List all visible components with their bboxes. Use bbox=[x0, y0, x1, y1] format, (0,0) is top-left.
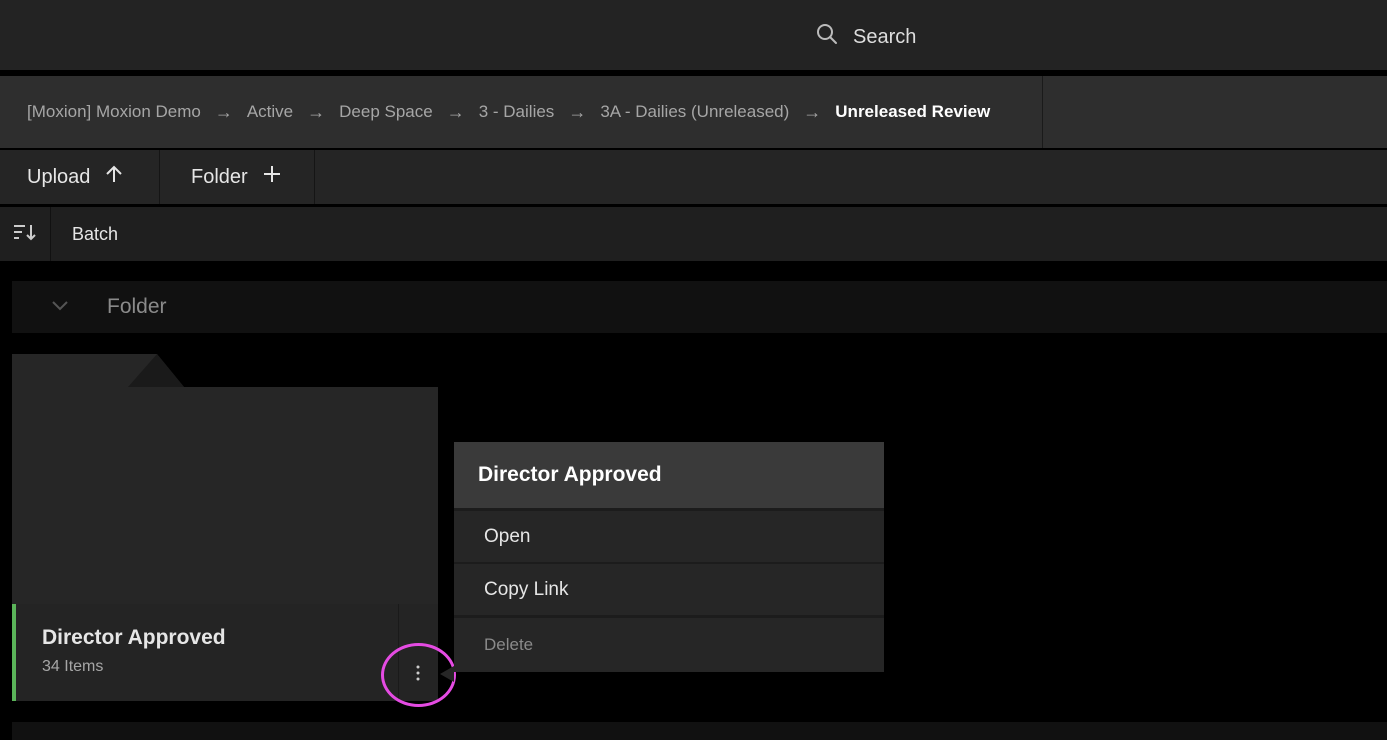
folder-section-header[interactable]: Folder bbox=[12, 281, 1387, 333]
search-icon bbox=[815, 22, 839, 52]
arrow-right-icon: → bbox=[307, 101, 326, 122]
top-bar: Search bbox=[0, 0, 1387, 70]
breadcrumb-item[interactable]: Deep Space bbox=[339, 102, 433, 122]
menu-item-delete: Delete bbox=[454, 618, 884, 672]
toolbar-divider bbox=[314, 150, 315, 204]
upload-button[interactable]: Upload bbox=[27, 150, 124, 204]
folder-label: Folder bbox=[191, 165, 248, 188]
folder-item-count: 34 Items bbox=[42, 658, 104, 675]
section-title: Folder bbox=[107, 295, 167, 318]
more-options-button[interactable] bbox=[396, 659, 440, 691]
arrow-up-icon bbox=[104, 164, 124, 190]
breadcrumb-current: Unreleased Review bbox=[835, 102, 991, 121]
context-menu-pointer bbox=[440, 666, 454, 682]
arrow-right-icon: → bbox=[446, 101, 465, 122]
context-menu-title: Director Approved bbox=[454, 442, 884, 508]
folder-name: Director Approved bbox=[42, 626, 226, 649]
new-folder-button[interactable]: Folder bbox=[191, 150, 282, 204]
folder-card[interactable]: Director Approved 34 Items bbox=[12, 354, 438, 701]
search-button[interactable]: Search bbox=[815, 22, 916, 52]
arrow-right-icon: → bbox=[803, 101, 822, 122]
toolbar: Upload Folder bbox=[0, 150, 1387, 204]
breadcrumb: [Moxion] Moxion Demo → Active → Deep Spa… bbox=[27, 76, 990, 148]
menu-item-copy-link[interactable]: Copy Link bbox=[454, 564, 884, 615]
next-section-header bbox=[12, 722, 1387, 740]
breadcrumb-divider bbox=[1042, 76, 1043, 148]
breadcrumb-item[interactable]: Active bbox=[247, 102, 293, 122]
sort-button[interactable] bbox=[0, 207, 51, 261]
folder-thumbnail bbox=[12, 354, 438, 604]
arrow-right-icon: → bbox=[568, 101, 587, 122]
breadcrumb-bar: [Moxion] Moxion Demo → Active → Deep Spa… bbox=[0, 76, 1387, 148]
menu-item-open[interactable]: Open bbox=[454, 511, 884, 562]
plus-icon bbox=[262, 164, 282, 190]
sort-icon bbox=[13, 223, 37, 246]
folder-card-footer: Director Approved 34 Items bbox=[12, 604, 438, 701]
chevron-down-icon[interactable] bbox=[50, 295, 70, 320]
batch-button[interactable]: Batch bbox=[72, 207, 118, 261]
breadcrumb-item[interactable]: [Moxion] Moxion Demo bbox=[27, 102, 201, 122]
breadcrumb-item[interactable]: 3 - Dailies bbox=[479, 102, 555, 122]
sub-bar: Batch bbox=[0, 207, 1387, 261]
more-vertical-icon bbox=[415, 665, 421, 686]
arrow-right-icon: → bbox=[214, 101, 233, 122]
toolbar-divider bbox=[159, 150, 160, 204]
upload-label: Upload bbox=[27, 165, 91, 188]
breadcrumb-item[interactable]: 3A - Dailies (Unreleased) bbox=[600, 102, 789, 122]
context-menu: Director Approved Open Copy Link Delete bbox=[454, 442, 884, 672]
search-label: Search bbox=[853, 25, 917, 48]
